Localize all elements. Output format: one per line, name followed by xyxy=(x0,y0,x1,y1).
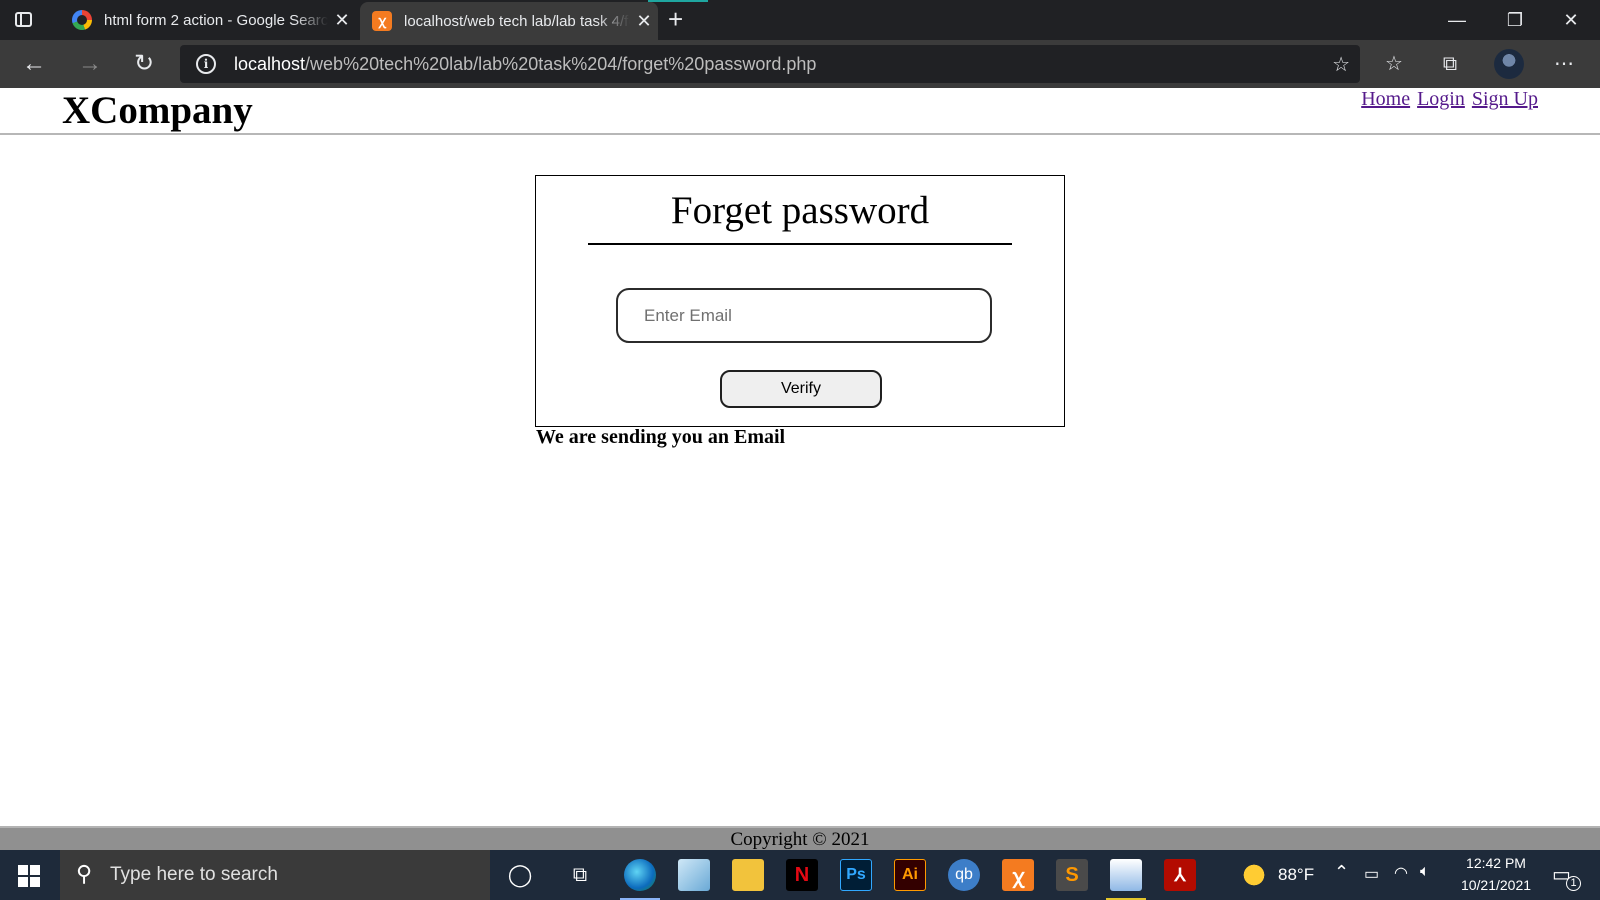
browser-tab-bar: html form 2 action - Google Search ✕ ꭓ l… xyxy=(0,0,1600,40)
taskbar-search[interactable]: ⚲ Type here to search xyxy=(60,850,490,900)
tab-title: localhost/web tech lab/lab task 4/forget… xyxy=(404,12,630,30)
tab-actions-icon[interactable] xyxy=(12,9,36,31)
tab-google-search[interactable]: html form 2 action - Google Search ✕ xyxy=(60,0,356,40)
favorites-icon[interactable]: ☆ xyxy=(1378,48,1410,80)
url-host: localhost xyxy=(234,54,306,74)
browser-toolbar: ← → ↻ i localhost/web%20tech%20lab/lab%2… xyxy=(0,40,1600,88)
verify-button[interactable]: Verify xyxy=(720,370,882,408)
close-window-icon[interactable]: ✕ xyxy=(1542,0,1600,40)
sublime-text-icon[interactable]: S xyxy=(1056,859,1088,891)
top-nav: Home Login Sign Up xyxy=(1359,88,1538,111)
photoshop-icon[interactable]: Ps xyxy=(840,859,872,891)
loading-indicator xyxy=(648,0,708,2)
collections-icon[interactable]: ⧉ xyxy=(1434,48,1466,80)
edge-icon[interactable] xyxy=(624,859,656,891)
page-footer: Copyright © 2021 xyxy=(0,826,1600,850)
email-input[interactable] xyxy=(616,288,992,343)
address-bar[interactable]: i localhost/web%20tech%20lab/lab%20task%… xyxy=(180,45,1360,83)
cortana-icon[interactable]: ◯ xyxy=(504,859,536,891)
url-path: /web%20tech%20lab/lab%20task%204/forget%… xyxy=(305,54,817,74)
task-view-icon[interactable]: ⧉ xyxy=(564,859,596,891)
minimize-icon[interactable]: — xyxy=(1428,0,1486,40)
forward-icon[interactable]: → xyxy=(74,48,106,80)
page-content: XCompany Home Login Sign Up Forget passw… xyxy=(0,88,1600,850)
wifi-icon[interactable]: ◠ xyxy=(1394,863,1408,883)
xampp-icon[interactable]: ꭓ xyxy=(1002,859,1034,891)
weather-temp[interactable]: 88°F xyxy=(1278,865,1314,885)
status-message: We are sending you an Email xyxy=(536,426,786,448)
battery-icon[interactable]: ▭ xyxy=(1364,864,1379,884)
notepad-icon[interactable] xyxy=(678,859,710,891)
forget-password-form: Forget password Verify xyxy=(535,175,1065,427)
clock-time[interactable]: 12:42 PM xyxy=(1458,855,1534,871)
notification-count-badge: 1 xyxy=(1566,876,1581,891)
new-tab-icon[interactable]: + xyxy=(668,6,683,32)
volume-icon[interactable]: 🔈︎ xyxy=(1420,863,1430,881)
tab-title: html form 2 action - Google Search xyxy=(104,11,328,29)
netflix-icon[interactable]: N xyxy=(786,859,818,891)
url-text[interactable]: localhost/web%20tech%20lab/lab%20task%20… xyxy=(234,54,816,75)
back-icon[interactable]: ← xyxy=(18,48,50,80)
profile-avatar[interactable] xyxy=(1494,49,1524,79)
windows-taskbar: ⚲ Type here to search ◯ ⧉ N Ps Ai qb ꭓ S… xyxy=(0,850,1600,900)
google-icon xyxy=(72,10,92,30)
close-tab-icon[interactable]: ✕ xyxy=(630,11,658,32)
chevron-up-icon[interactable]: ⌃ xyxy=(1334,862,1349,883)
tab-localhost[interactable]: ꭓ localhost/web tech lab/lab task 4/forg… xyxy=(360,2,658,40)
refresh-icon[interactable]: ↻ xyxy=(128,48,160,80)
weather-icon[interactable] xyxy=(1238,859,1270,891)
xampp-icon: ꭓ xyxy=(372,11,392,31)
copyright-text: Copyright © 2021 xyxy=(730,829,870,850)
qbittorrent-icon[interactable]: qb xyxy=(948,859,980,891)
more-menu-icon[interactable]: ⋯ xyxy=(1548,48,1580,80)
search-icon: ⚲ xyxy=(76,861,93,886)
task-manager-icon[interactable] xyxy=(1110,859,1142,891)
clock-date[interactable]: 10/21/2021 xyxy=(1452,877,1540,893)
windows-start-icon[interactable] xyxy=(18,865,40,887)
brand-logo: XCompany xyxy=(62,89,253,132)
illustrator-icon[interactable]: Ai xyxy=(894,859,926,891)
header-divider xyxy=(0,133,1600,135)
nav-link-login[interactable]: Login xyxy=(1417,88,1465,110)
add-favorite-icon[interactable]: ☆ xyxy=(1332,52,1350,77)
form-title: Forget password xyxy=(670,189,930,232)
search-placeholder: Type here to search xyxy=(110,864,278,885)
close-tab-icon[interactable]: ✕ xyxy=(328,10,356,31)
nav-link-signup[interactable]: Sign Up xyxy=(1472,88,1538,110)
acrobat-icon[interactable]: ⅄ xyxy=(1164,859,1196,891)
file-explorer-icon[interactable] xyxy=(732,859,764,891)
nav-link-home[interactable]: Home xyxy=(1361,88,1410,110)
site-info-icon[interactable]: i xyxy=(196,54,216,74)
title-divider xyxy=(588,243,1012,245)
restore-icon[interactable]: ❐ xyxy=(1486,0,1544,40)
